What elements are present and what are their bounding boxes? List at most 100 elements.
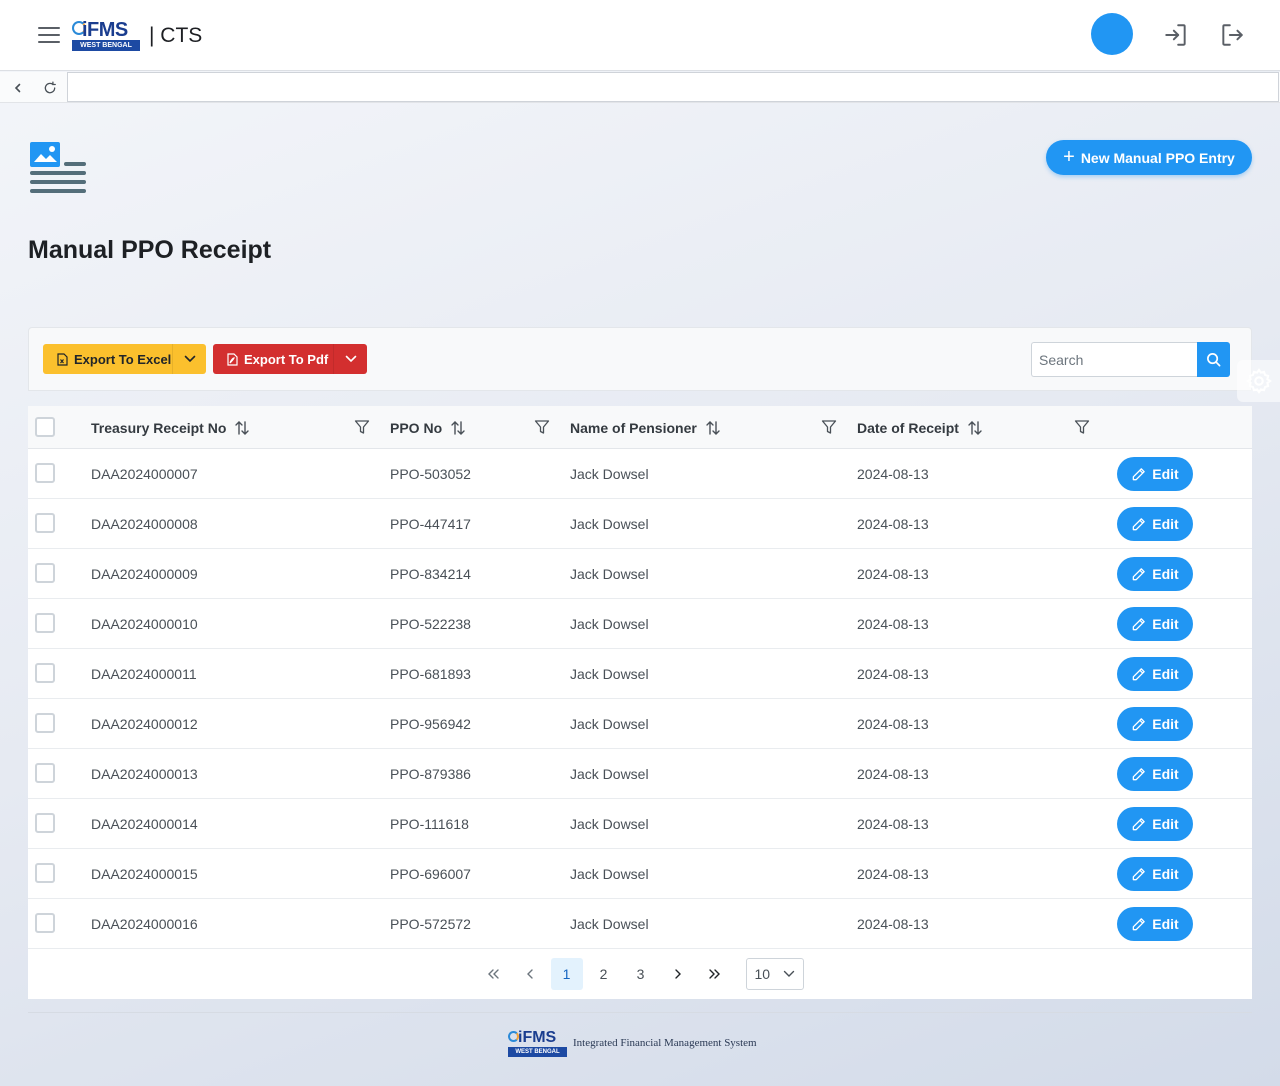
ifms-logo: iFMS WEST BENGAL xyxy=(72,19,140,53)
page-1-button[interactable]: 1 xyxy=(550,958,583,990)
filter-icon[interactable] xyxy=(354,419,370,435)
table-row: DAA2024000008 PPO-447417 Jack Dowsel 2024-0… xyxy=(28,499,1252,549)
edit-button[interactable]: Edit xyxy=(1117,557,1193,591)
select-all-checkbox[interactable] xyxy=(35,417,55,437)
edit-button[interactable]: Edit xyxy=(1117,757,1193,791)
back-icon[interactable] xyxy=(3,75,33,101)
next-page-button[interactable] xyxy=(662,958,694,990)
cell-ppo-no: PPO-879386 xyxy=(390,765,471,782)
row-checkbox[interactable] xyxy=(35,763,55,783)
sort-icon[interactable] xyxy=(705,420,721,436)
chevron-right-icon xyxy=(674,969,681,979)
row-checkbox[interactable] xyxy=(35,663,55,683)
edit-button[interactable]: Edit xyxy=(1117,807,1193,841)
cell-receipt-no: DAA2024000014 xyxy=(91,815,198,832)
edit-button[interactable]: Edit xyxy=(1117,457,1193,491)
table-row: DAA2024000012 PPO-956942 Jack Dowsel 2024-0… xyxy=(28,699,1252,749)
search-input[interactable] xyxy=(1031,342,1197,377)
cell-pensioner-name: Jack Dowsel xyxy=(570,815,649,832)
cell-pensioner-name: Jack Dowsel xyxy=(570,765,649,782)
sort-icon[interactable] xyxy=(234,420,250,436)
table-row: DAA2024000009 PPO-834214 Jack Dowsel 2024-0… xyxy=(28,549,1252,599)
edit-button[interactable]: Edit xyxy=(1117,907,1193,941)
filter-icon[interactable] xyxy=(1074,419,1090,435)
previous-page-button[interactable] xyxy=(514,958,546,990)
table-row: DAA2024000007 PPO-503052 Jack Dowsel 2024-0… xyxy=(28,449,1252,499)
export-pdf-button[interactable]: Export To Pdf xyxy=(213,344,333,374)
cell-ppo-no: PPO-681893 xyxy=(390,665,471,682)
footer-logo: iFMS WEST BENGAL xyxy=(508,1029,567,1057)
rows-per-page-select[interactable]: 10 xyxy=(745,958,804,990)
search-button[interactable] xyxy=(1197,342,1230,377)
pencil-icon xyxy=(1132,717,1146,730)
user-avatar[interactable] xyxy=(1091,13,1133,55)
edit-button[interactable]: Edit xyxy=(1117,857,1193,891)
first-page-button[interactable] xyxy=(477,958,509,990)
export-pdf-dropdown[interactable] xyxy=(333,344,367,374)
cell-pensioner-name: Jack Dowsel xyxy=(570,465,649,482)
cell-receipt-no: DAA2024000009 xyxy=(91,565,198,582)
row-checkbox[interactable] xyxy=(35,513,55,533)
search-icon xyxy=(1207,353,1221,367)
new-manual-ppo-entry-button[interactable]: + New Manual PPO Entry xyxy=(1046,140,1252,175)
column-header-receipt-no[interactable]: Treasury Receipt No xyxy=(91,406,250,449)
row-checkbox[interactable] xyxy=(35,713,55,733)
edit-label: Edit xyxy=(1152,666,1179,682)
filter-icon[interactable] xyxy=(534,419,550,435)
paginator: 1 2 3 10 xyxy=(28,949,1252,999)
logout-icon[interactable] xyxy=(1219,22,1245,48)
edit-button[interactable]: Edit xyxy=(1117,707,1193,741)
edit-label: Edit xyxy=(1152,816,1179,832)
page-2-button[interactable]: 2 xyxy=(588,958,620,990)
logo-subtext: WEST BENGAL xyxy=(72,40,140,51)
page-3-button[interactable]: 3 xyxy=(625,958,657,990)
row-checkbox[interactable] xyxy=(35,463,55,483)
row-checkbox[interactable] xyxy=(35,563,55,583)
cell-pensioner-name: Jack Dowsel xyxy=(570,565,649,582)
cell-receipt-date: 2024-08-13 xyxy=(857,865,929,882)
edit-button[interactable]: Edit xyxy=(1117,657,1193,691)
file-excel-icon xyxy=(57,352,68,366)
footer-system-name: Integrated Financial Management System xyxy=(573,1037,757,1049)
sort-icon[interactable] xyxy=(450,420,466,436)
edit-button[interactable]: Edit xyxy=(1117,607,1193,641)
chevron-left-icon xyxy=(526,969,533,979)
cell-pensioner-name: Jack Dowsel xyxy=(570,515,649,532)
row-checkbox[interactable] xyxy=(35,863,55,883)
cell-receipt-date: 2024-08-13 xyxy=(857,465,929,482)
footer-logo-subtext: WEST BENGAL xyxy=(508,1047,567,1057)
filter-icon[interactable] xyxy=(821,419,837,435)
login-icon[interactable] xyxy=(1163,22,1189,48)
row-checkbox[interactable] xyxy=(35,813,55,833)
export-excel-dropdown[interactable] xyxy=(172,344,206,374)
column-label: Treasury Receipt No xyxy=(91,419,227,436)
chevron-down-icon xyxy=(345,355,356,363)
pencil-icon xyxy=(1132,617,1146,630)
sort-icon[interactable] xyxy=(967,420,983,436)
last-page-button[interactable] xyxy=(699,958,731,990)
pencil-icon xyxy=(1132,517,1146,530)
menu-icon[interactable] xyxy=(38,27,60,45)
column-header-receipt-date[interactable]: Date of Receipt xyxy=(857,406,983,449)
table-row: DAA2024000011 PPO-681893 Jack Dowsel 2024-0… xyxy=(28,649,1252,699)
edit-label: Edit xyxy=(1152,466,1179,482)
row-checkbox[interactable] xyxy=(35,913,55,933)
cell-ppo-no: PPO-503052 xyxy=(390,465,471,482)
url-input[interactable] xyxy=(67,72,1279,102)
cell-receipt-date: 2024-08-13 xyxy=(857,765,929,782)
pencil-icon xyxy=(1132,667,1146,680)
export-excel-button[interactable]: Export To Excel xyxy=(43,344,172,374)
cell-receipt-no: DAA2024000008 xyxy=(91,515,198,532)
cell-receipt-date: 2024-08-13 xyxy=(857,615,929,632)
edit-button[interactable]: Edit xyxy=(1117,507,1193,541)
table-row: DAA2024000010 PPO-522238 Jack Dowsel 2024-0… xyxy=(28,599,1252,649)
pencil-icon xyxy=(1132,867,1146,880)
settings-tab[interactable] xyxy=(1237,360,1280,402)
column-header-ppo-no[interactable]: PPO No xyxy=(390,406,466,449)
cell-receipt-no: DAA2024000012 xyxy=(91,715,198,732)
column-header-pensioner-name[interactable]: Name of Pensioner xyxy=(570,406,721,449)
reload-icon[interactable] xyxy=(35,75,65,101)
chevrons-right-icon xyxy=(708,969,720,979)
row-checkbox[interactable] xyxy=(35,613,55,633)
plus-icon: + xyxy=(1063,145,1075,168)
